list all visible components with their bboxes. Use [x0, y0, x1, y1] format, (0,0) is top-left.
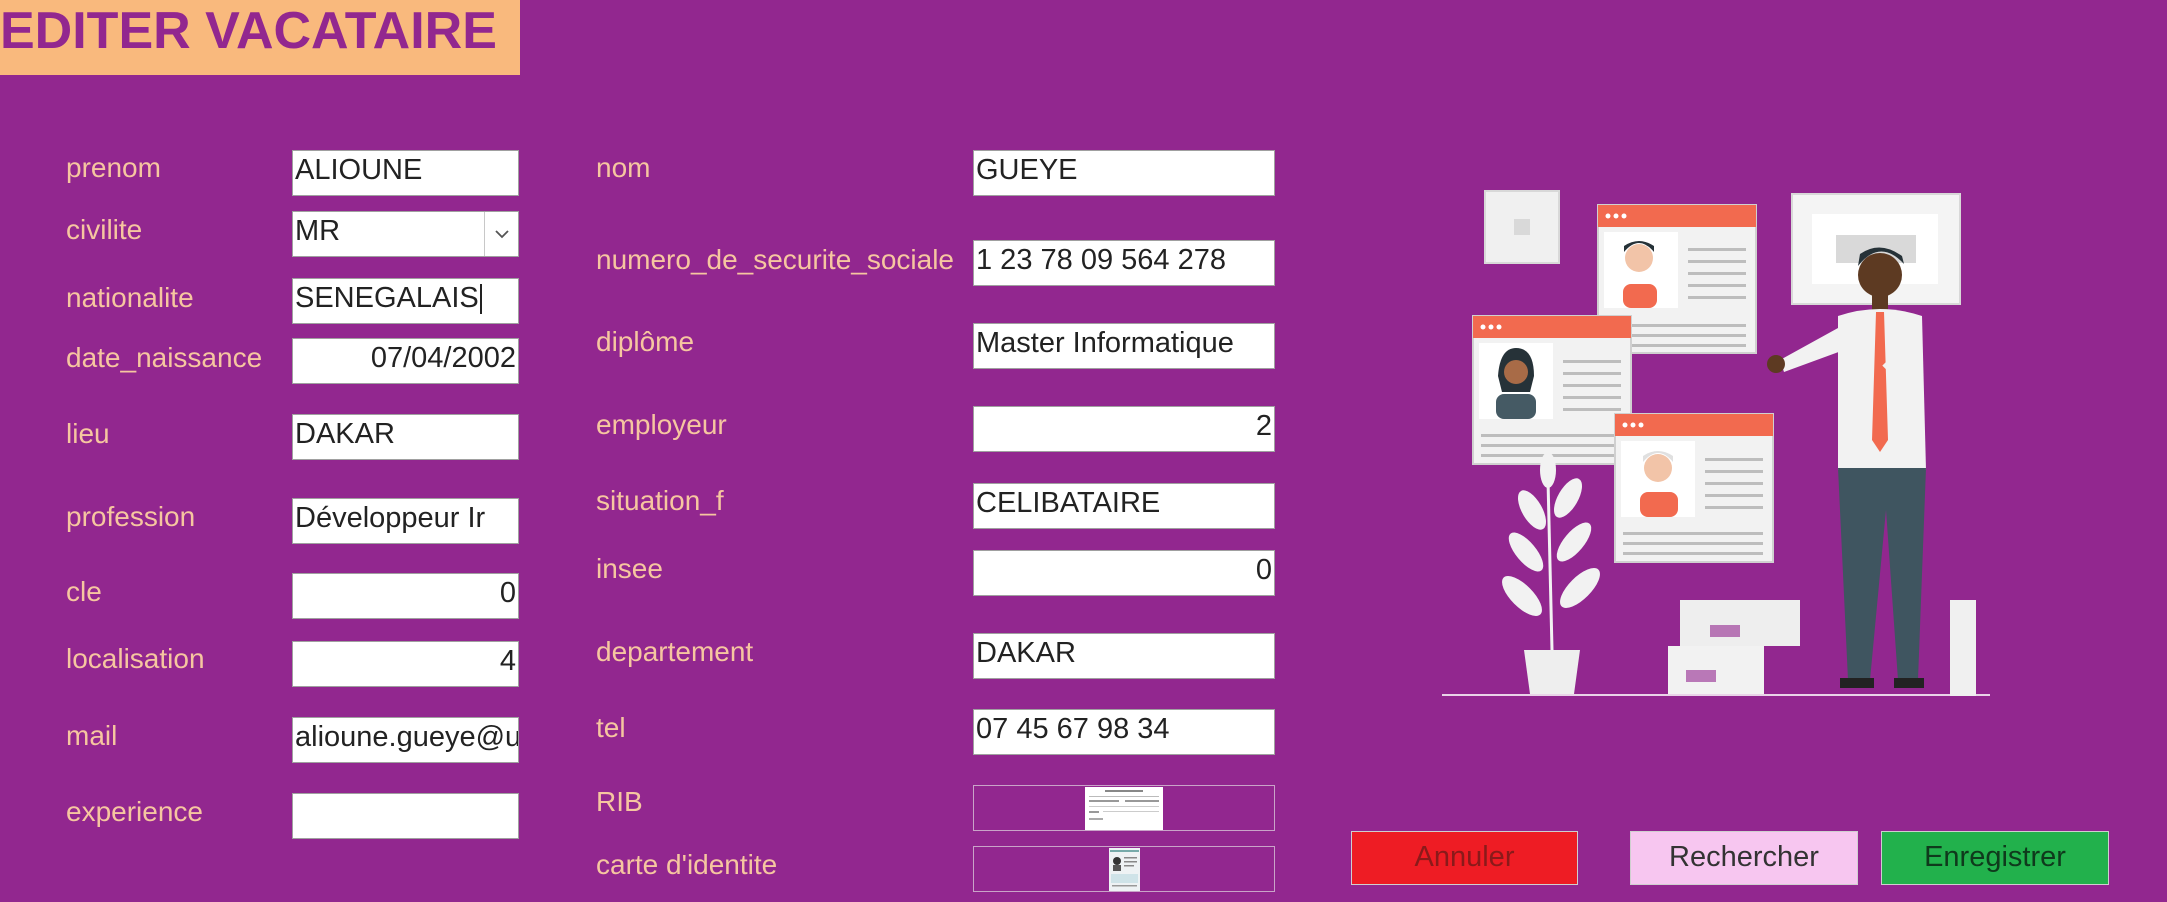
id-card-thumbnail	[1109, 848, 1140, 891]
insee-field[interactable]: 0	[973, 550, 1275, 596]
lieu-field[interactable]: DAKAR	[292, 414, 519, 460]
search-button[interactable]: Rechercher	[1630, 831, 1858, 885]
insee-label: insee	[596, 553, 663, 584]
prenom-field[interactable]: ALIOUNE	[292, 150, 519, 196]
page-title: EDITER VACATAIRE	[0, 0, 520, 75]
diplome-field[interactable]: Master Informatique	[973, 323, 1275, 369]
departement-field[interactable]: DAKAR	[973, 633, 1275, 679]
localisation-label: localisation	[66, 643, 205, 674]
recruitment-illustration	[1442, 190, 1990, 696]
tel-label: tel	[596, 712, 626, 743]
rib-document-thumbnail	[1085, 787, 1163, 830]
storage-boxes-icon	[1668, 600, 1800, 694]
nom-field[interactable]: GUEYE	[973, 150, 1275, 196]
save-button[interactable]: Enregistrer	[1881, 831, 2109, 885]
cle-label: cle	[66, 576, 102, 607]
nationalite-value: SENEGALAIS	[295, 282, 479, 314]
plant-icon	[1502, 452, 1600, 694]
rib-attachment[interactable]	[973, 785, 1275, 831]
date-naissance-label: date_naissance	[66, 342, 263, 373]
numero-securite-sociale-label: numero_de_securite_sociale	[596, 244, 954, 275]
civilite-label: civilite	[66, 214, 143, 245]
mail-field[interactable]: alioune.gueye@u	[292, 717, 519, 763]
rib-label: RIB	[596, 786, 643, 817]
departement-label: departement	[596, 636, 754, 667]
localisation-field[interactable]: 4	[292, 641, 519, 687]
situation-familiale-label: situation_f	[596, 485, 724, 516]
cancel-button[interactable]: Annuler	[1351, 831, 1578, 885]
profile-card-icon	[1472, 315, 1632, 465]
employeur-field[interactable]: 2	[973, 406, 1275, 452]
experience-label: experience	[66, 796, 203, 827]
nationalite-field[interactable]: SENEGALAIS	[292, 278, 519, 324]
tel-field[interactable]: 07 45 67 98 34	[973, 709, 1275, 755]
carte-identite-label: carte d'identite	[596, 849, 778, 880]
chevron-down-icon[interactable]	[484, 212, 518, 256]
employeur-label: employeur	[596, 409, 727, 440]
nom-label: nom	[596, 152, 651, 183]
text-cursor	[479, 284, 482, 315]
profession-label: profession	[66, 501, 196, 532]
lieu-label: lieu	[66, 418, 110, 449]
diplome-label: diplôme	[596, 326, 695, 357]
profession-field[interactable]: Développeur Ir	[292, 498, 519, 544]
civilite-value: MR	[295, 215, 341, 247]
civilite-select[interactable]: MR	[292, 211, 519, 257]
date-naissance-field[interactable]: 07/04/2002	[292, 338, 519, 384]
experience-field[interactable]	[292, 793, 519, 839]
carte-identite-attachment[interactable]	[973, 846, 1275, 892]
numero-securite-sociale-field[interactable]: 1 23 78 09 564 278	[973, 240, 1275, 286]
mail-label: mail	[66, 720, 118, 751]
situation-familiale-field[interactable]: CELIBATAIRE	[973, 483, 1275, 529]
prenom-label: prenom	[66, 152, 161, 183]
profile-card-icon	[1614, 413, 1774, 563]
cle-field[interactable]: 0	[292, 573, 519, 619]
nationalite-label: nationalite	[66, 282, 194, 313]
